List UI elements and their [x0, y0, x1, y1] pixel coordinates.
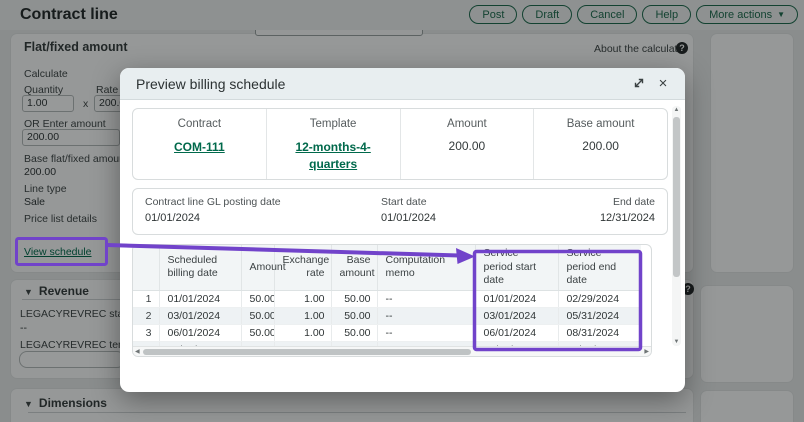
vertical-scrollbar-thumb[interactable] [673, 117, 680, 277]
preview-billing-schedule-modal: Preview billing schedule × Contract COM-… [120, 68, 685, 392]
contract-link[interactable]: COM-111 [144, 139, 254, 156]
modal-header: Preview billing schedule × [120, 68, 685, 100]
summary-contract: Contract COM-111 [133, 109, 266, 179]
start-date: Start date 01/01/2024 [381, 196, 436, 224]
horizontal-scrollbar[interactable]: ◀ ▶ [133, 346, 651, 356]
col-service-period-end: Service period end date [558, 245, 641, 290]
table-row: 3 06/01/2024 50.00 1.00 50.00 -- 06/01/2… [133, 324, 641, 341]
modal-title: Preview billing schedule [136, 76, 285, 92]
close-icon[interactable]: × [655, 76, 671, 92]
col-computation-memo: Computation memo [377, 245, 475, 290]
end-date: End date 12/31/2024 [600, 196, 655, 224]
scroll-right-icon[interactable]: ▶ [644, 348, 649, 356]
horizontal-scrollbar-thumb[interactable] [143, 349, 471, 355]
scroll-down-icon[interactable]: ▼ [672, 339, 681, 345]
dates-strip: Contract line GL posting date 01/01/2024… [132, 188, 668, 235]
vertical-scrollbar[interactable]: ▲ ▼ [672, 106, 681, 346]
table-row: 2 03/01/2024 50.00 1.00 50.00 -- 03/01/2… [133, 307, 641, 324]
summary-strip: Contract COM-111 Template 12-months-4-qu… [132, 108, 668, 180]
col-amount: Amount [241, 245, 274, 290]
table-header-row: Scheduled billing date Amount Exchange r… [133, 245, 641, 290]
summary-base-amount: Base amount 200.00 [533, 109, 667, 179]
scroll-up-icon[interactable]: ▲ [672, 107, 681, 113]
screen: ▼ Contract line Post Draft Cancel Help M… [0, 0, 804, 422]
gl-posting-date: Contract line GL posting date 01/01/2024 [145, 196, 281, 224]
template-link[interactable]: 12-months-4-quarters [278, 139, 388, 174]
scroll-left-icon[interactable]: ◀ [135, 348, 140, 356]
summary-template: Template 12-months-4-quarters [266, 109, 400, 179]
col-base-amount: Base amount [331, 245, 377, 290]
table-row: 1 01/01/2024 50.00 1.00 50.00 -- 01/01/2… [133, 290, 641, 307]
summary-amount: Amount 200.00 [400, 109, 534, 179]
col-scheduled-billing-date: Scheduled billing date [159, 245, 241, 290]
billing-schedule-table: Scheduled billing date Amount Exchange r… [133, 245, 641, 357]
expand-icon[interactable] [631, 76, 647, 92]
col-service-period-start: Service period start date [475, 245, 558, 290]
billing-schedule-table-container: Scheduled billing date Amount Exchange r… [132, 244, 652, 357]
